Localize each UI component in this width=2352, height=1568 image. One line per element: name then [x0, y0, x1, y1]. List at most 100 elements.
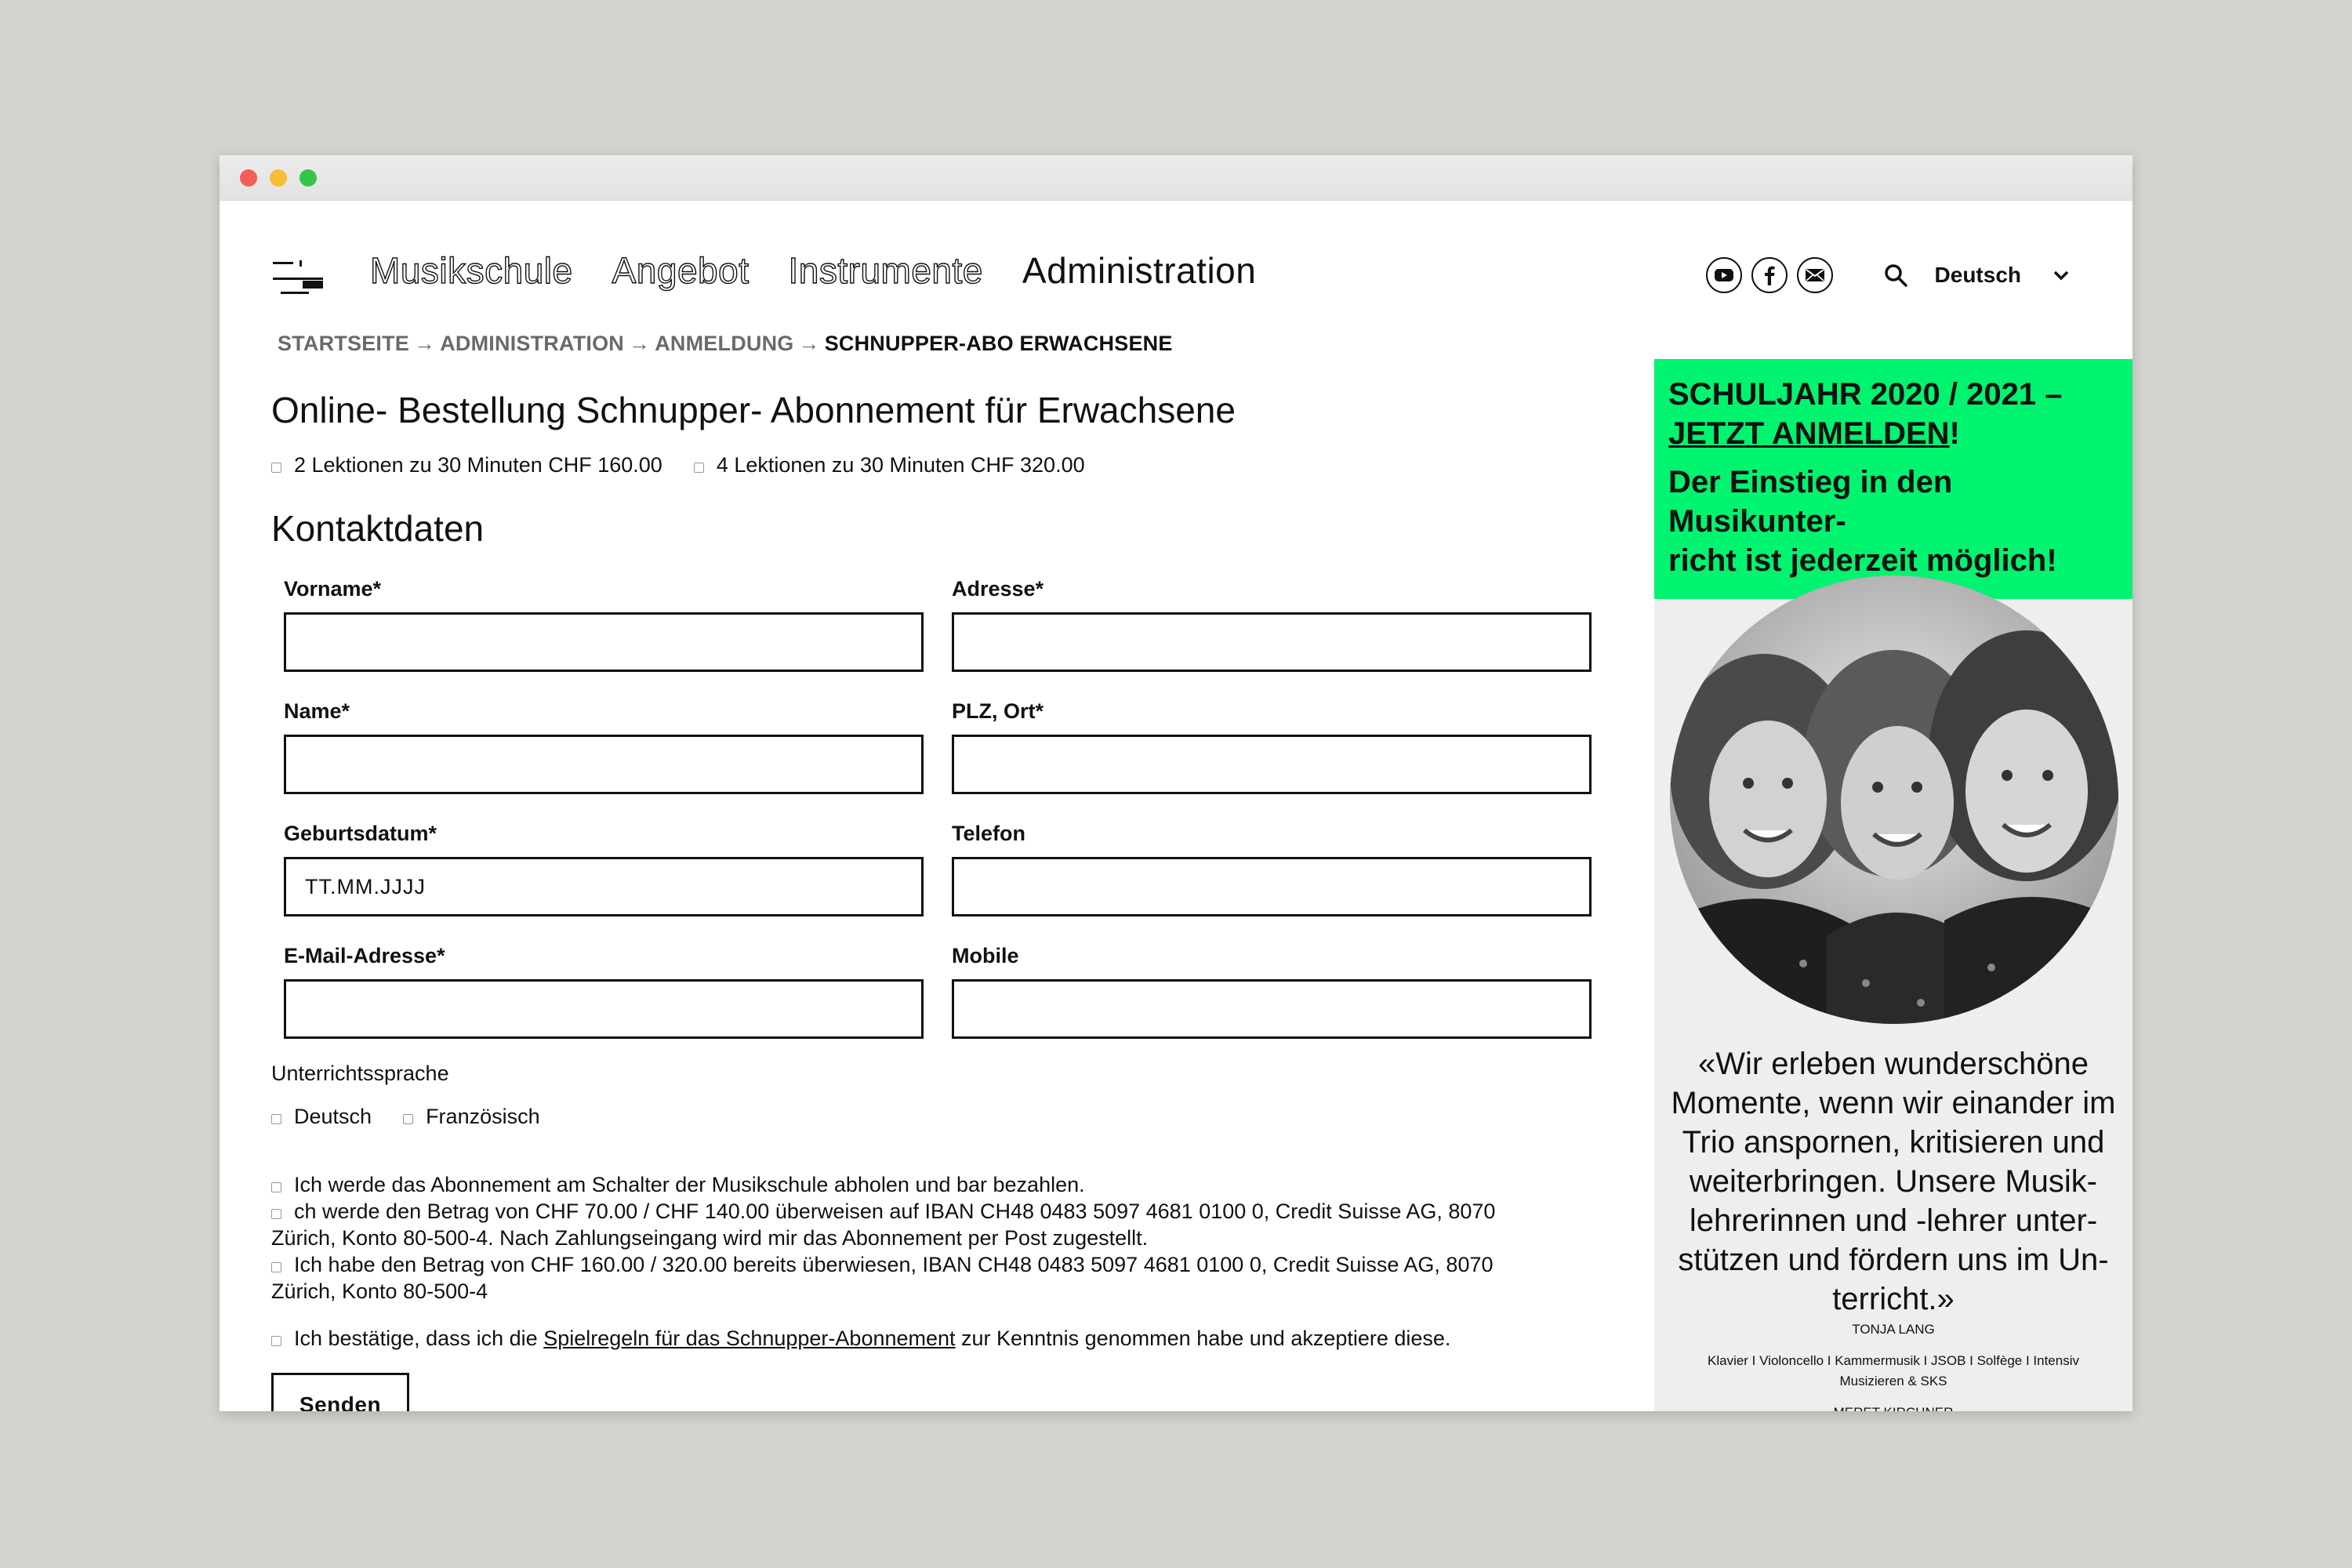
submit-button[interactable]: Senden	[271, 1373, 409, 1411]
checkbox[interactable]	[271, 1182, 281, 1192]
terms-confirm[interactable]: Ich bestätige, dass ich die Spielregeln …	[271, 1327, 1604, 1351]
main-nav: Musikschule Angebot Instrumente Administ…	[369, 249, 1256, 292]
quote-line: Momente, wenn wir einander im	[1671, 1086, 2116, 1120]
checkbox[interactable]	[271, 1336, 281, 1346]
option-label: 4 Lektionen zu 30 Minuten CHF 320.00	[716, 453, 1085, 477]
telefon-label: Telefon	[952, 822, 1025, 845]
language-selector[interactable]: Deutsch	[1935, 263, 2021, 288]
payment-option-label: ch werde den Betrag von CHF 70.00 / CHF …	[294, 1200, 1496, 1223]
language-label: Unterrichtssprache	[271, 1062, 449, 1085]
header-tools: Deutsch	[1705, 257, 2070, 293]
person-name: MERET KIRCHNER	[1654, 1405, 2132, 1411]
testimonial-quote: «Wir erleben wunderschöne Momente, wenn …	[1662, 1044, 2125, 1319]
plz-ort-input[interactable]	[952, 735, 1592, 794]
close-window-button[interactable]	[240, 169, 257, 187]
payment-option-transfer[interactable]: ch werde den Betrag von CHF 70.00 / CHF …	[271, 1198, 1604, 1225]
promo-text-line2: richt ist jederzeit möglich!	[1668, 543, 2057, 578]
checkbox[interactable]	[271, 1114, 281, 1124]
quote-line: Trio anspornen, kritisieren und	[1682, 1125, 2105, 1160]
quote-line: weiterbringen. Unsere Musik-	[1689, 1164, 2098, 1199]
email-field: E-Mail-Adresse*	[284, 944, 924, 1039]
promo-box: SCHULJAHR 2020 / 2021 – JETZT ANMELDEN! …	[1654, 359, 2132, 599]
name-input[interactable]	[284, 735, 924, 794]
adresse-field: Adresse*	[952, 577, 1592, 672]
checkbox[interactable]	[271, 463, 281, 473]
vorname-input[interactable]	[284, 612, 924, 672]
checkbox[interactable]	[693, 463, 704, 473]
nav-instrumente[interactable]: Instrumente	[788, 249, 983, 292]
plz-ort-field: PLZ, Ort*	[952, 699, 1592, 794]
mail-icon[interactable]	[1796, 257, 1833, 293]
nav-musikschule[interactable]: Musikschule	[369, 249, 572, 292]
payment-option-paid-cont: Zürich, Konto 80-500-4	[271, 1279, 488, 1303]
quote-line: terricht.»	[1832, 1282, 1955, 1316]
section-heading-kontaktdaten: Kontaktdaten	[271, 508, 485, 549]
checkbox[interactable]	[271, 1209, 281, 1219]
email-input[interactable]	[284, 979, 924, 1039]
geburtsdatum-label: Geburtsdatum*	[284, 822, 437, 845]
minimize-window-button[interactable]	[270, 169, 287, 187]
breadcrumb-startseite[interactable]: STARTSEITE	[278, 332, 409, 355]
name-label: Name*	[284, 699, 350, 723]
breadcrumb-anmeldung[interactable]: ANMELDUNG	[655, 332, 793, 355]
breadcrumb-separator: →	[414, 332, 436, 355]
language-option-deutsch[interactable]: Deutsch	[271, 1105, 372, 1129]
logo[interactable]	[273, 260, 323, 296]
sidebar: SCHULJAHR 2020 / 2021 – JETZT ANMELDEN! …	[1654, 359, 2132, 1411]
quote-line: stützen und fördern uns im Un-	[1678, 1243, 2109, 1277]
promo-text-line1: Der Einstieg in den Musikunter-	[1668, 465, 1953, 539]
person-instruments: Klavier I Violoncello I Kammermusik I JS…	[1708, 1353, 2079, 1368]
mobile-input[interactable]	[952, 979, 1592, 1039]
main-column: Online- Bestellung Schnupper- Abonnement…	[271, 389, 1604, 564]
vorname-field: Vorname*	[284, 577, 924, 672]
chevron-down-icon[interactable]	[2053, 267, 2070, 284]
language-option-label: Deutsch	[294, 1105, 372, 1128]
terms-link[interactable]: Spielregeln für das Schnupper-Abonnement	[543, 1327, 955, 1350]
promo-link[interactable]: JETZT ANMELDEN	[1668, 416, 1950, 451]
mobile-field: Mobile	[952, 944, 1592, 1039]
youtube-icon[interactable]	[1705, 257, 1742, 293]
page-content: Musikschule Angebot Instrumente Administ…	[220, 201, 2132, 1411]
option-4-lessons[interactable]: 4 Lektionen zu 30 Minuten CHF 320.00	[693, 453, 1085, 477]
quote-line: lehrerinnen und -lehrer unter-	[1689, 1203, 2098, 1238]
adresse-label: Adresse*	[952, 577, 1044, 601]
plz-ort-label: PLZ, Ort*	[952, 699, 1044, 723]
language-option-franzoesisch[interactable]: Französisch	[403, 1105, 540, 1129]
terms-text: zur Kenntnis genommen habe und akzeptier…	[955, 1327, 1451, 1350]
telefon-field: Telefon	[952, 822, 1592, 916]
search-icon[interactable]	[1883, 263, 1908, 288]
facebook-icon[interactable]	[1751, 257, 1788, 293]
terms-text: Ich bestätige, dass ich die	[294, 1327, 544, 1350]
maximize-window-button[interactable]	[299, 169, 317, 187]
subscription-options: 2 Lektionen zu 30 Minuten CHF 160.00 4 L…	[271, 453, 1604, 477]
promo-headline: SCHULJAHR 2020 / 2021 – JETZT ANMELDEN!	[1668, 375, 2118, 453]
person-instruments-cont: Musizieren & SKS	[1839, 1374, 1947, 1388]
breadcrumb: STARTSEITE → ADMINISTRATION → ANMELDUNG → SCHN…	[278, 332, 1173, 356]
breadcrumb-administration[interactable]: ADMINISTRATION	[440, 332, 624, 355]
option-2-lessons[interactable]: 2 Lektionen zu 30 Minuten CHF 160.00	[271, 453, 662, 477]
payment-option-cash[interactable]: Ich werde das Abonnement am Schalter der…	[271, 1171, 1604, 1198]
language-options: Deutsch Französisch	[271, 1105, 1604, 1129]
page-title: Online- Bestellung Schnupper- Abonnement…	[271, 390, 1236, 430]
breadcrumb-current: SCHNUPPER-ABO ERWACHSENE	[824, 332, 1173, 355]
promo-text: Der Einstieg in den Musikunter- richt is…	[1668, 463, 2118, 580]
checkbox[interactable]	[271, 1262, 281, 1272]
adresse-input[interactable]	[952, 612, 1592, 672]
geburtsdatum-input[interactable]: TT.MM.JJJJ	[284, 857, 924, 916]
nav-angebot[interactable]: Angebot	[612, 249, 750, 292]
nav-administration[interactable]: Administration	[1022, 249, 1256, 292]
promo-year: SCHULJAHR 2020 / 2021 –	[1668, 377, 2063, 412]
language-option-label: Französisch	[426, 1105, 540, 1128]
payment-option-paid[interactable]: Ich habe den Betrag von CHF 160.00 / 320…	[271, 1251, 1604, 1278]
payment-options: Ich werde das Abonnement am Schalter der…	[271, 1171, 1604, 1305]
checkbox[interactable]	[403, 1114, 414, 1124]
payment-option-label: Ich werde das Abonnement am Schalter der…	[294, 1173, 1085, 1196]
payment-option-transfer-cont: Zürich, Konto 80-500-4. Nach Zahlungsein…	[271, 1226, 1149, 1250]
payment-option-label: Ich habe den Betrag von CHF 160.00 / 320…	[294, 1253, 1494, 1276]
name-field: Name*	[284, 699, 924, 794]
telefon-input[interactable]	[952, 857, 1592, 916]
vorname-label: Vorname*	[284, 577, 382, 601]
option-label: 2 Lektionen zu 30 Minuten CHF 160.00	[294, 453, 662, 477]
browser-window: Musikschule Angebot Instrumente Administ…	[220, 155, 2132, 1411]
breadcrumb-separator: →	[629, 332, 651, 355]
